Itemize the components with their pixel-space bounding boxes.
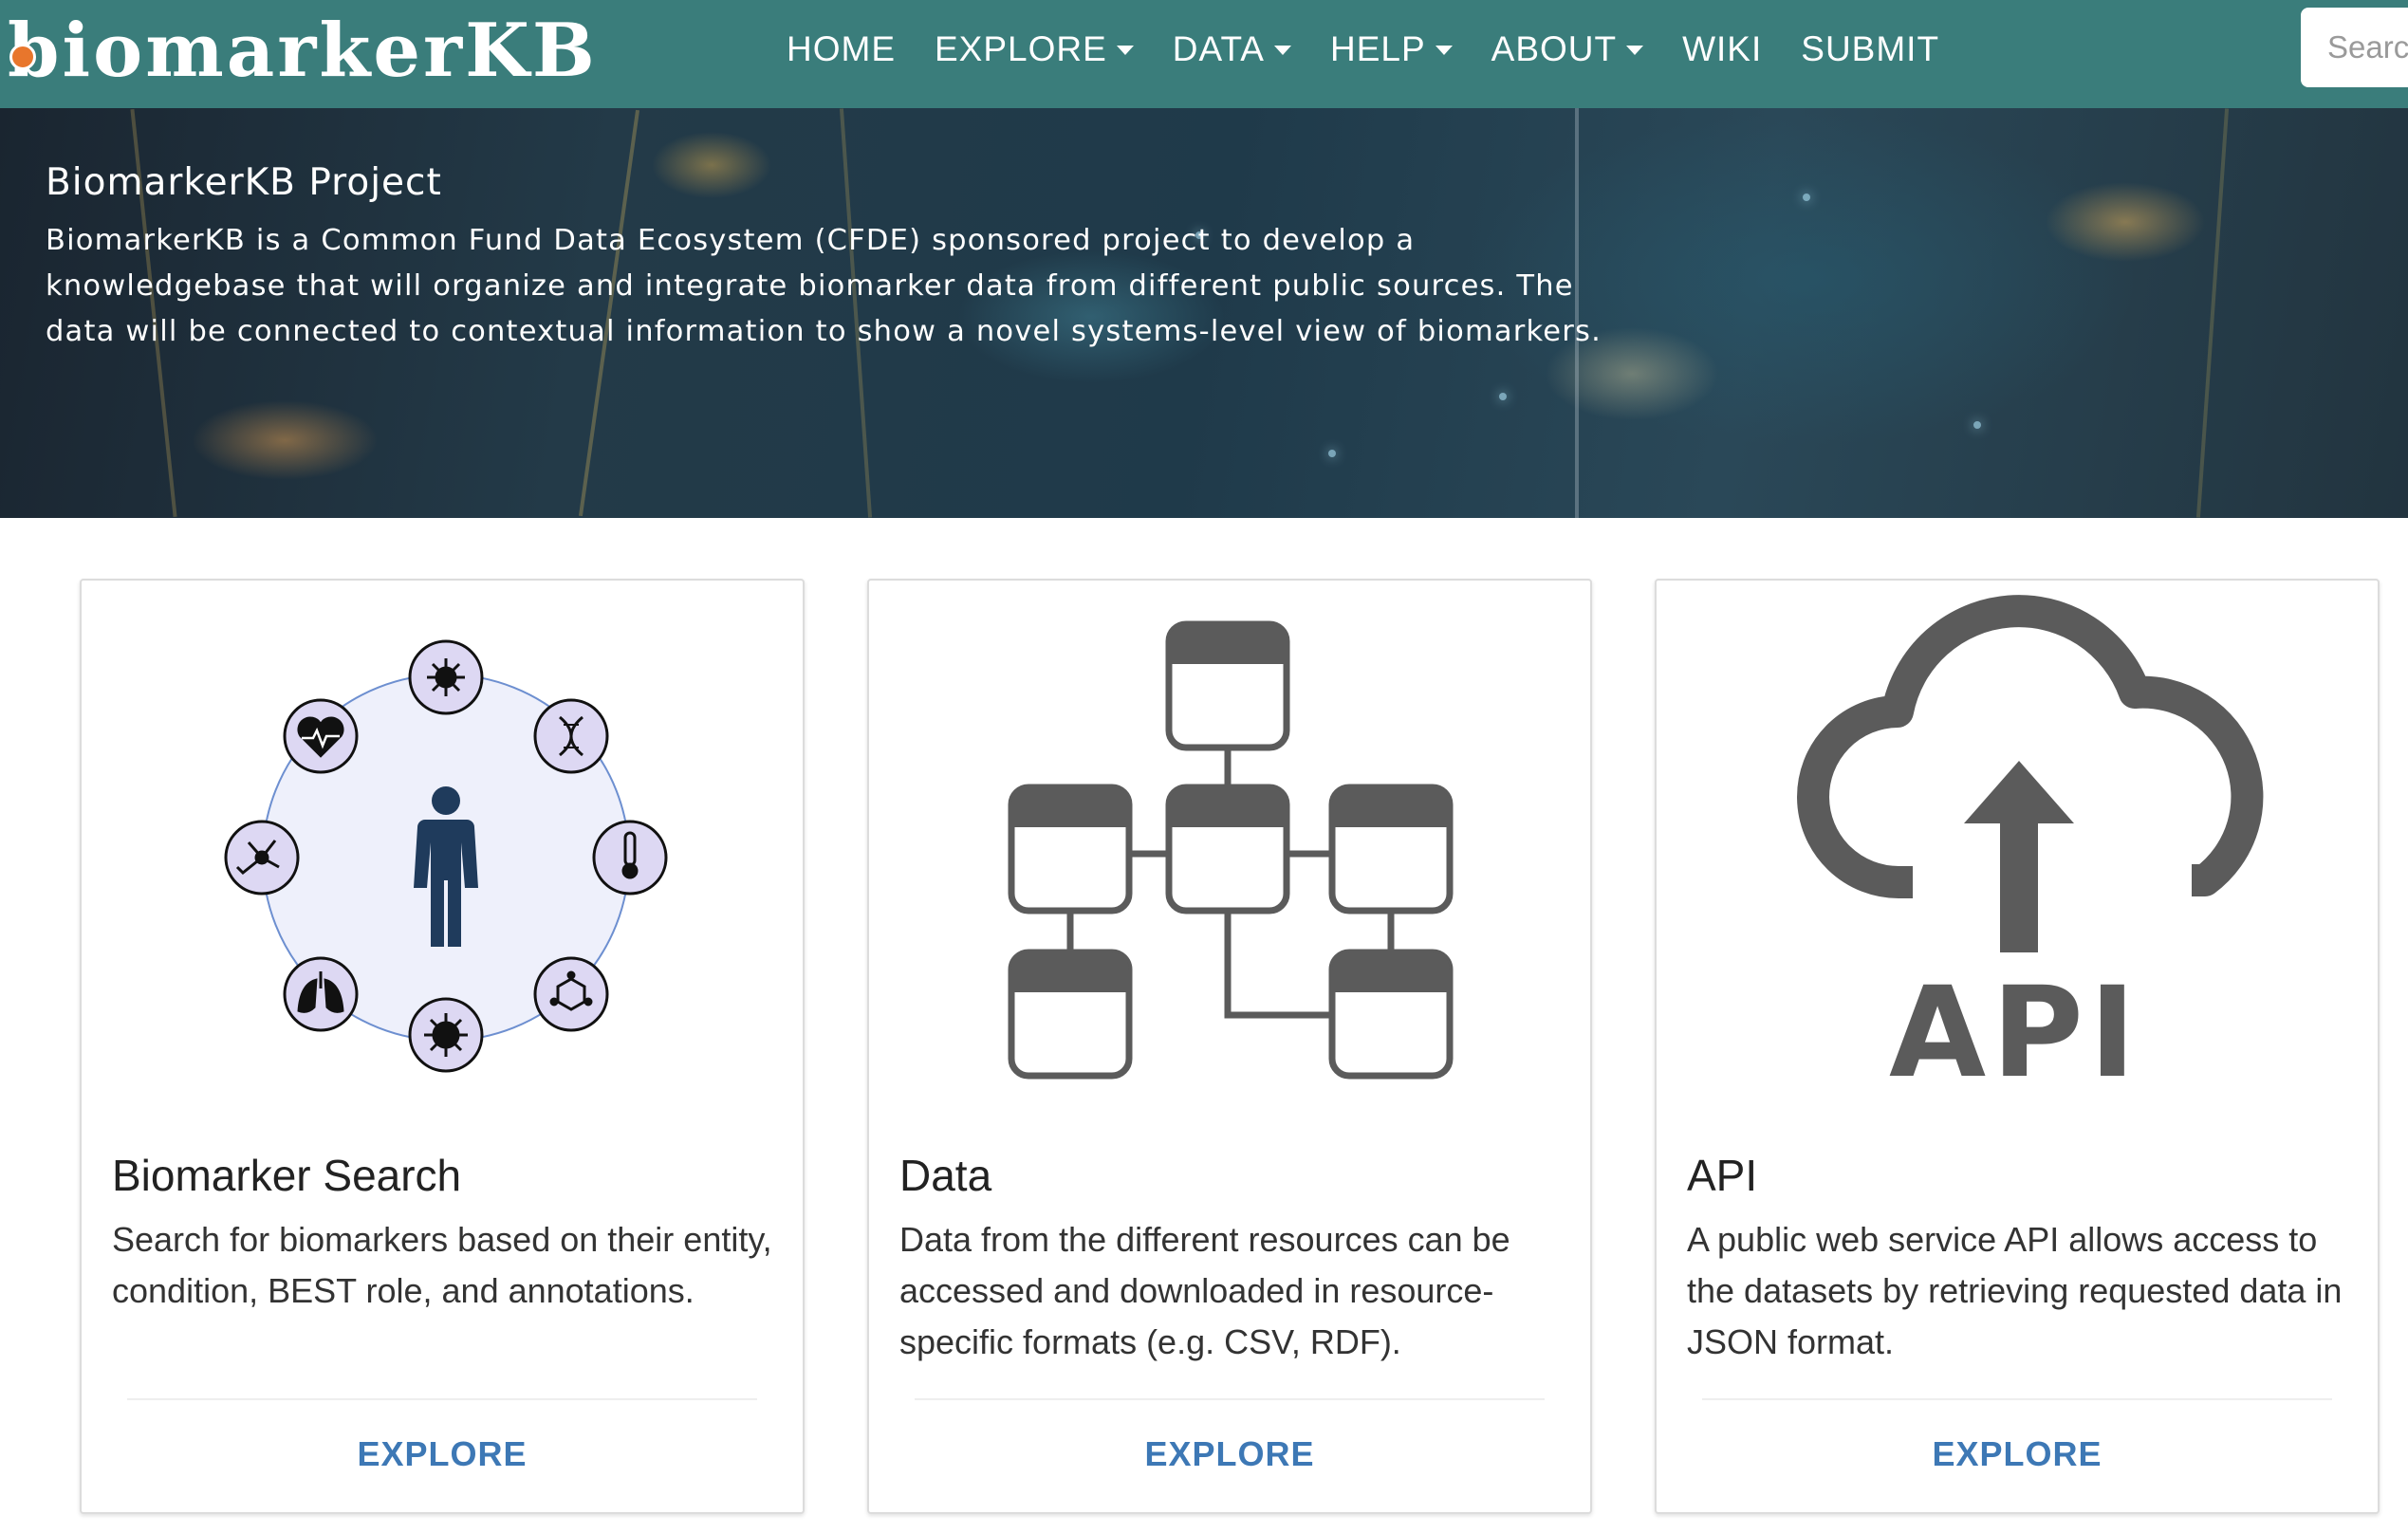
hero-decor [1499, 393, 1507, 400]
card-data: Data Data from the different resources c… [867, 579, 1592, 1514]
hero-description: BiomarkerKB is a Common Fund Data Ecosys… [46, 224, 1602, 348]
card-title: Data [899, 1151, 992, 1200]
card-description: Data from the different resources can be… [899, 1220, 1510, 1361]
nav-wiki[interactable]: WIKI [1682, 29, 1762, 69]
hero-title: BiomarkerKB Project [46, 161, 442, 204]
caret-down-icon [1116, 46, 1134, 55]
explore-api-button[interactable]: EXPLORE [1657, 1434, 2378, 1474]
nav-explore-dropdown[interactable]: EXPLORE [935, 29, 1134, 69]
logo[interactable]: biomarkerKB [8, 4, 598, 99]
nav-submit[interactable]: SUBMIT [1801, 29, 1939, 69]
hero-decor [1803, 194, 1810, 201]
caret-down-icon [1435, 46, 1453, 55]
nav-data-dropdown[interactable]: DATA [1173, 29, 1291, 69]
caret-down-icon [1273, 46, 1291, 55]
nav-home[interactable]: HOME [787, 29, 896, 69]
card-api: API API A public web service API allows … [1655, 579, 2380, 1514]
top-navbar: biomarkerKB HOME EXPLORE DATA HELP ABOUT… [0, 0, 2408, 108]
nav-menu: HOME EXPLORE DATA HELP ABOUT WIKI SUBMIT [787, 0, 1978, 99]
hero-decor [2195, 108, 2230, 518]
caret-down-icon [1626, 46, 1644, 55]
card-divider [127, 1398, 757, 1400]
data-tables-icon [1008, 620, 1454, 1080]
card-description: Search for biomarkers based on their ent… [112, 1220, 772, 1310]
explore-biomarker-search-button[interactable]: EXPLORE [82, 1434, 803, 1474]
biomarker-circle-icon [224, 639, 668, 1073]
cloud-upload-api-icon: API [1797, 595, 2264, 1106]
hero-decor [1973, 421, 1981, 429]
card-description: A public web service API allows access t… [1687, 1220, 2343, 1361]
api-icon-text: API [1889, 960, 2141, 1106]
search-input[interactable] [2301, 8, 2408, 87]
nav-help-dropdown[interactable]: HELP [1330, 29, 1453, 69]
hero-decor [1328, 450, 1336, 457]
logo-dot-icon [9, 44, 36, 70]
hero-banner: BiomarkerKB Project BiomarkerKB is a Com… [0, 108, 2408, 518]
card-biomarker-search: Biomarker Search Search for biomarkers b… [80, 579, 805, 1514]
card-divider [915, 1398, 1545, 1400]
card-title: API [1687, 1151, 1758, 1200]
explore-data-button[interactable]: EXPLORE [869, 1434, 1590, 1474]
card-divider [1702, 1398, 2332, 1400]
nav-about-dropdown[interactable]: ABOUT [1491, 29, 1644, 69]
card-title: Biomarker Search [112, 1151, 462, 1200]
logo-text: biomarkerKB [8, 8, 598, 94]
